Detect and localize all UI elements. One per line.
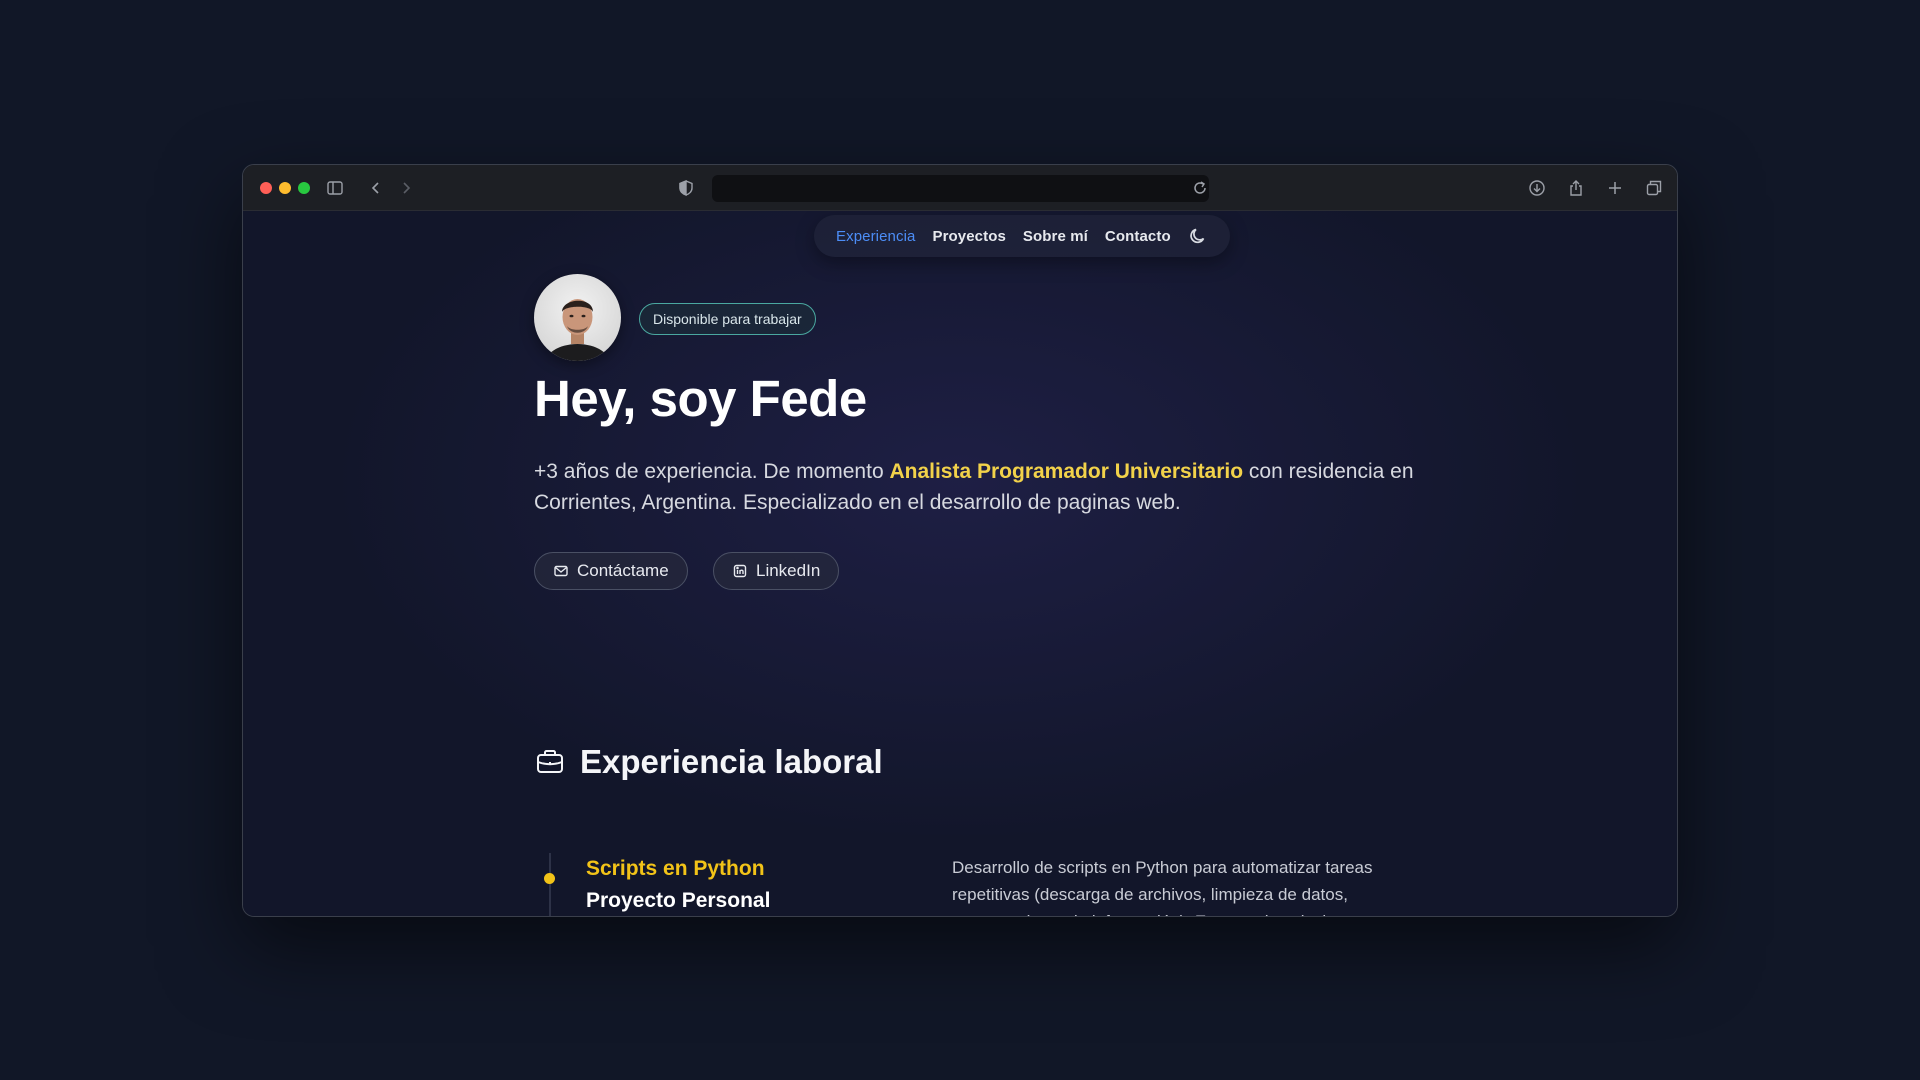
experience-company: Proyecto Personal [586,889,771,912]
back-icon[interactable] [365,177,387,199]
experience-description: Desarrollo de scripts en Python para aut… [952,858,1373,916]
reload-icon[interactable] [1189,177,1211,199]
experience-section-title: Experiencia laboral [534,743,883,781]
nav-experiencia[interactable]: Experiencia [836,228,915,245]
contact-button-label: Contáctame [577,561,669,580]
experience-role: Scripts en Python [586,857,765,880]
share-icon[interactable] [1565,177,1587,199]
nav-contacto[interactable]: Contacto [1105,228,1171,245]
avatar [534,274,621,361]
linkedin-button-label: LinkedIn [756,561,821,580]
minimize-window-button[interactable] [279,182,291,194]
zoom-window-button[interactable] [298,182,310,194]
forward-icon[interactable] [395,177,417,199]
intro-text-start: +3 años de experiencia. De momento [534,460,890,483]
contact-button[interactable]: Contáctame [534,552,688,590]
timeline-line [549,853,551,916]
top-nav: Experiencia Proyectos Sobre mí Contacto [814,215,1230,257]
browser-window: Experiencia Proyectos Sobre mí Contacto [242,164,1678,917]
status-badge: Disponible para trabajar [639,303,816,335]
linkedin-button[interactable]: LinkedIn [713,552,840,590]
tabs-overview-icon[interactable] [1643,177,1665,199]
nav-proyectos[interactable]: Proyectos [932,228,1005,245]
mail-icon [554,565,568,577]
intro-text: +3 años de experiencia. De momento Anali… [534,456,1484,518]
shield-icon[interactable] [675,177,697,199]
briefcase-icon [537,750,563,773]
linkedin-icon [733,564,747,578]
desktop-background: Experiencia Proyectos Sobre mí Contacto [0,0,1920,1080]
page-title: Hey, soy Fede [534,370,867,427]
sidebar-icon[interactable] [324,177,346,199]
nav-sobre-mi[interactable]: Sobre mí [1023,228,1088,245]
address-bar[interactable] [712,175,1209,202]
browser-toolbar [243,165,1677,211]
experience-section-label: Experiencia laboral [580,743,883,780]
timeline-dot [544,873,555,884]
webpage: Experiencia Proyectos Sobre mí Contacto [243,211,1677,916]
download-icon[interactable] [1526,177,1548,199]
new-tab-icon[interactable] [1604,177,1626,199]
intro-highlight: Analista Programador Universitario [889,460,1244,483]
moon-icon[interactable] [1188,226,1208,246]
close-window-button[interactable] [260,182,272,194]
